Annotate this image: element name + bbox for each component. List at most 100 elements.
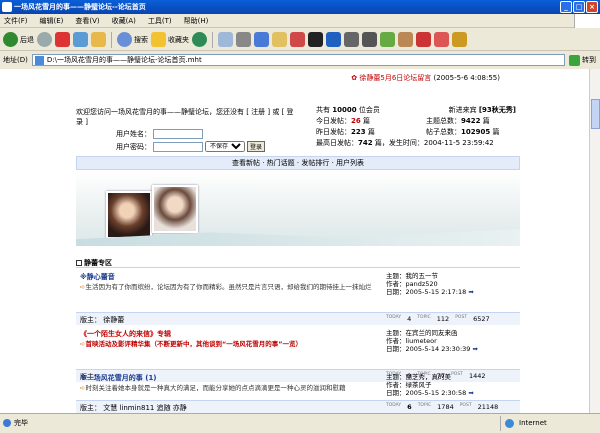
edit-icon[interactable] bbox=[254, 32, 269, 47]
board-row: ※静心蕾音 ➪生活因为有了你而缤纷，论坛因为有了你而精彩。虽然只是片言只语，却给… bbox=[76, 269, 520, 325]
today-count: 6 bbox=[407, 403, 412, 411]
page-icon bbox=[34, 56, 44, 65]
goto-last-icon[interactable]: ➡ bbox=[468, 389, 473, 397]
address-bar: 地址(D) D:\一场风花雪月的事——静璧论坛-论坛首页.mht 转到 bbox=[0, 52, 600, 68]
total-users: 10000 bbox=[332, 106, 357, 114]
go-arrow-icon bbox=[569, 54, 580, 66]
security-zone: Internet bbox=[500, 416, 580, 431]
goto-last-icon[interactable]: ➡ bbox=[472, 345, 477, 353]
last-post: 主题：我的五一节 作者：pandz520 日期：2005-5-15 2:17:1… bbox=[386, 272, 474, 296]
refresh-icon[interactable] bbox=[73, 32, 88, 47]
board-title[interactable]: ※一场风花雪月的事 (1) bbox=[80, 373, 157, 383]
last-date: 日期：2005-5-14 23:30:39 bbox=[386, 345, 471, 353]
tool-icon-8[interactable] bbox=[416, 32, 431, 47]
home-icon[interactable] bbox=[91, 32, 106, 47]
newest-user[interactable]: [93秋无秀] bbox=[479, 106, 516, 114]
board-title[interactable]: ※静心蕾音 bbox=[80, 272, 115, 282]
menu-file[interactable]: 文件(F) bbox=[4, 14, 28, 27]
back-button[interactable]: 后退 bbox=[3, 32, 34, 47]
scroll-thumb[interactable] bbox=[591, 99, 600, 129]
stop-icon[interactable] bbox=[55, 32, 70, 47]
username-input[interactable] bbox=[153, 129, 203, 139]
search-button[interactable]: 搜索 bbox=[117, 32, 148, 47]
status-bar: 完毕 Internet bbox=[0, 413, 600, 433]
tool-icon-2[interactable] bbox=[308, 32, 323, 47]
menu-view[interactable]: 查看(V) bbox=[75, 14, 99, 27]
maximize-button[interactable]: □ bbox=[573, 1, 585, 13]
menu-tools[interactable]: 工具(T) bbox=[148, 14, 172, 27]
last-topic[interactable]: 主题：在宾兰的同友来函 bbox=[386, 329, 478, 337]
tool-icon-7[interactable] bbox=[398, 32, 413, 47]
menu-edit[interactable]: 编辑(E) bbox=[40, 14, 64, 27]
save-login-select[interactable]: 不保存 bbox=[205, 141, 245, 152]
status-text: 完毕 bbox=[14, 419, 28, 427]
vertical-scrollbar[interactable] bbox=[589, 69, 600, 413]
username-label: 用户姓名： bbox=[116, 130, 151, 138]
print-icon[interactable] bbox=[236, 32, 251, 47]
goto-last-icon[interactable]: ➡ bbox=[468, 288, 473, 296]
topic-count: 1784 bbox=[437, 403, 454, 411]
forum-stats: 共有 10000 位会员 新进来宾 [93秋无秀] 今日发帖：26 篇 主题总数… bbox=[316, 106, 516, 147]
search-icon bbox=[117, 32, 132, 47]
favorites-button[interactable]: 收藏夹 bbox=[151, 32, 189, 47]
last-author[interactable]: 作者：绿茶风子 bbox=[386, 381, 474, 389]
tool-icon-6[interactable] bbox=[380, 32, 395, 47]
login-button[interactable]: 登录 bbox=[247, 141, 266, 152]
media-icon[interactable] bbox=[192, 32, 207, 47]
last-date: 日期：2005-5-15 2:17:18 bbox=[386, 288, 467, 296]
board-counts: TODAY 6 TOPIC 1784 POST 21148 bbox=[386, 403, 499, 411]
back-arrow-icon bbox=[3, 32, 18, 47]
forum-page: ✿ 徐静蕾5月6日论坛留言 (2005-5-6 4:08:55) 欢迎您访问一场… bbox=[76, 69, 520, 413]
address-input[interactable]: D:\一场风花雪月的事——静璧论坛-论坛首页.mht bbox=[31, 54, 565, 66]
last-post: 主题：在宾兰的同友来函 作者：liumeteor 日期：2005-5-14 23… bbox=[386, 329, 478, 353]
board-moderators: 版主： 徐静蕾 bbox=[80, 316, 125, 324]
today-posts: 26 bbox=[351, 117, 361, 125]
forum-nav: 查看新帖 · 热门话题 · 发帖排行 · 用户列表 bbox=[76, 156, 520, 170]
login-form: 欢迎您访问一场风花雪月的事——静璧论坛，您还没有 [ 注册 ] 或 [ 登录 ]… bbox=[76, 107, 296, 152]
close-button[interactable]: × bbox=[586, 1, 598, 13]
yesterday-posts: 223 bbox=[351, 128, 366, 136]
collapse-icon[interactable] bbox=[76, 260, 82, 266]
announcement-link[interactable]: 徐静蕾5月6日论坛留言 bbox=[359, 74, 431, 82]
star-icon bbox=[151, 32, 166, 47]
address-url: D:\一场风花雪月的事——静璧论坛-论坛首页.mht bbox=[46, 56, 202, 64]
nav-user-list[interactable]: 用户列表 bbox=[336, 159, 364, 167]
mail-icon[interactable] bbox=[218, 32, 233, 47]
board-moderators: 版主： 文慧 linmin811 追随 亦静 bbox=[80, 404, 187, 412]
tool-icon-9[interactable] bbox=[434, 32, 449, 47]
last-author[interactable]: 作者：liumeteor bbox=[386, 337, 478, 345]
page-done-icon bbox=[3, 419, 11, 427]
board-description: ➪首映活动及影评精华集（不断更新中，其他谈到“一场风花雪月的事”一览） bbox=[80, 340, 302, 348]
last-post: 主题：丽芝秀，真的美 作者：绿茶风子 日期：2005-5-15 2:30:58 … bbox=[386, 373, 474, 397]
banner-photo-2 bbox=[152, 185, 198, 233]
tool-icon-1[interactable] bbox=[290, 32, 305, 47]
board-title[interactable]: 《一个陌生女人的来信》专辑 bbox=[80, 329, 171, 339]
nav-post-ranking[interactable]: 发帖排行 bbox=[301, 159, 329, 167]
last-topic[interactable]: 主题：我的五一节 bbox=[386, 272, 474, 280]
nav-new-posts[interactable]: 查看新帖 bbox=[232, 159, 260, 167]
tool-icon-4[interactable] bbox=[344, 32, 359, 47]
go-button[interactable]: 转到 bbox=[569, 54, 600, 66]
announce-icon: ✿ bbox=[351, 74, 358, 82]
windows-logo bbox=[574, 14, 600, 28]
tool-icon-5[interactable] bbox=[362, 32, 377, 47]
banner-photo-1 bbox=[106, 191, 152, 239]
menu-favorites[interactable]: 收藏(A) bbox=[112, 14, 136, 27]
password-input[interactable] bbox=[153, 141, 203, 152]
announcement-time: (2005-5-6 4:08:55) bbox=[433, 74, 500, 82]
folder-icon[interactable] bbox=[272, 32, 287, 47]
section-header[interactable]: 静蕾专区 bbox=[76, 258, 520, 268]
menu-help[interactable]: 帮助(H) bbox=[184, 14, 209, 27]
forward-button[interactable] bbox=[37, 32, 52, 47]
last-topic[interactable]: 主题：丽芝秀，真的美 bbox=[386, 373, 474, 381]
tool-icon-10[interactable] bbox=[452, 32, 467, 47]
section-title: 静蕾专区 bbox=[84, 259, 112, 267]
forward-arrow-icon bbox=[37, 32, 52, 47]
tool-icon-3[interactable] bbox=[326, 32, 341, 47]
forum-banner bbox=[76, 171, 520, 246]
post-count: 6527 bbox=[473, 315, 490, 323]
last-date: 日期：2005-5-15 2:30:58 bbox=[386, 389, 467, 397]
nav-hot-topics[interactable]: 热门话题 bbox=[267, 159, 295, 167]
last-author[interactable]: 作者：pandz520 bbox=[386, 280, 474, 288]
minimize-button[interactable]: _ bbox=[560, 1, 572, 13]
